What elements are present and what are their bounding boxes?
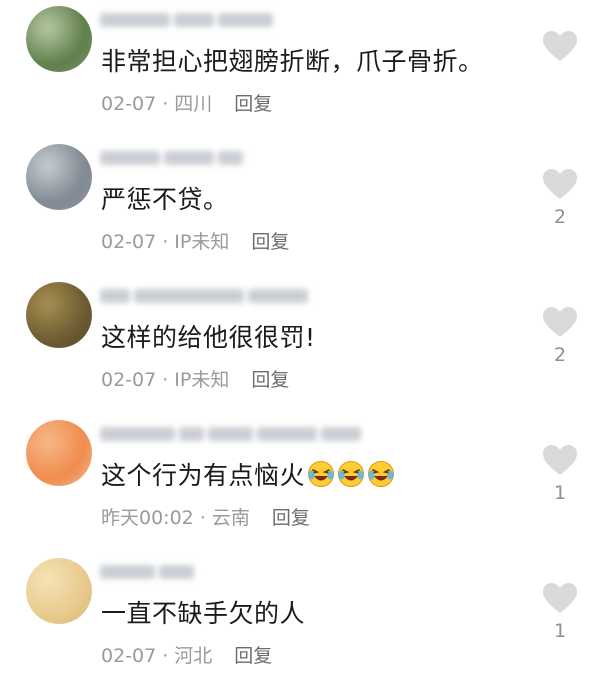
comment-meta: 02-07 · IP未知 回复 bbox=[101, 230, 289, 254]
like-button[interactable]: 1 bbox=[542, 444, 578, 504]
username-blurred[interactable] bbox=[100, 288, 312, 303]
heart-icon bbox=[543, 445, 577, 475]
username-blurred[interactable] bbox=[100, 426, 365, 441]
comment-location: IP未知 bbox=[174, 231, 230, 253]
comment-location: IP未知 bbox=[174, 369, 230, 391]
meta-separator: · bbox=[162, 93, 169, 115]
comment-location: 四川 bbox=[174, 93, 213, 115]
comment-item: 一直不缺手欠的人 02-07 · 河北 回复 1 bbox=[0, 552, 600, 690]
comment-text: 严惩不贷。 bbox=[101, 184, 229, 216]
comment-meta: 02-07 · IP未知 回复 bbox=[101, 368, 289, 392]
comment-meta: 昨天00:02 · 云南 回复 bbox=[101, 506, 310, 530]
like-count: 1 bbox=[553, 482, 567, 504]
comment-item: 非常担心把翅膀折断，爪子骨折。 02-07 · 四川 回复 bbox=[0, 0, 600, 138]
comment-text-content: 这个行为有点恼火 bbox=[101, 461, 306, 490]
like-count: 2 bbox=[553, 344, 567, 366]
comment-text: 一直不缺手欠的人 bbox=[101, 598, 305, 630]
reply-button[interactable]: 回复 bbox=[272, 507, 310, 529]
meta-separator: · bbox=[199, 507, 206, 529]
comment-list: 非常担心把翅膀折断，爪子骨折。 02-07 · 四川 回复 严惩不贷。 02-07 · IP未知… bbox=[0, 0, 600, 694]
heart-icon bbox=[543, 583, 577, 613]
avatar[interactable] bbox=[26, 6, 92, 72]
username-blurred[interactable] bbox=[100, 150, 247, 165]
comment-location: 河北 bbox=[174, 645, 213, 667]
avatar[interactable] bbox=[26, 558, 92, 624]
comment-text: 非常担心把翅膀折断，爪子骨折。 bbox=[101, 46, 484, 78]
reply-button[interactable]: 回复 bbox=[251, 231, 289, 253]
comment-date: 02-07 bbox=[101, 645, 157, 667]
comment-date: 02-07 bbox=[101, 93, 157, 115]
heart-icon bbox=[543, 31, 577, 61]
username-blurred[interactable] bbox=[100, 564, 198, 579]
comment-text: 这个行为有点恼火 bbox=[101, 460, 395, 492]
like-button[interactable]: 1 bbox=[542, 582, 578, 642]
reply-button[interactable]: 回复 bbox=[234, 93, 272, 115]
meta-separator: · bbox=[162, 231, 169, 253]
like-button[interactable] bbox=[542, 30, 578, 68]
comment-item: 这个行为有点恼火昨天00:02 · 云南 回复 1 bbox=[0, 414, 600, 552]
comment-text-content: 一直不缺手欠的人 bbox=[101, 599, 306, 628]
avatar[interactable] bbox=[26, 144, 92, 210]
username-blurred[interactable] bbox=[100, 12, 277, 27]
comment-date: 02-07 bbox=[101, 369, 157, 391]
heart-icon bbox=[543, 169, 577, 199]
like-button[interactable]: 2 bbox=[542, 168, 578, 228]
comment-date: 昨天00:02 bbox=[101, 507, 194, 529]
laughing-emoji-icon bbox=[338, 461, 365, 487]
avatar[interactable] bbox=[26, 282, 92, 348]
like-count: 1 bbox=[553, 620, 567, 642]
comment-meta: 02-07 · 河北 回复 bbox=[101, 644, 272, 668]
emoji-group bbox=[307, 460, 395, 488]
like-count: 2 bbox=[553, 206, 567, 228]
laughing-emoji-icon bbox=[368, 461, 395, 487]
heart-icon bbox=[543, 307, 577, 337]
comment-text-content: 这样的给他很很罚! bbox=[101, 323, 316, 352]
reply-button[interactable]: 回复 bbox=[234, 645, 272, 667]
comment-location: 云南 bbox=[211, 507, 250, 529]
laughing-emoji-icon bbox=[308, 461, 335, 487]
like-button[interactable]: 2 bbox=[542, 306, 578, 366]
comment-date: 02-07 bbox=[101, 231, 157, 253]
reply-button[interactable]: 回复 bbox=[251, 369, 289, 391]
comment-meta: 02-07 · 四川 回复 bbox=[101, 92, 272, 116]
comment-item: 这样的给他很很罚! 02-07 · IP未知 回复 2 bbox=[0, 276, 600, 414]
comment-text-content: 严惩不贷。 bbox=[101, 185, 229, 214]
avatar[interactable] bbox=[26, 420, 92, 486]
meta-separator: · bbox=[162, 369, 169, 391]
comment-text: 这样的给他很很罚! bbox=[101, 322, 316, 354]
meta-separator: · bbox=[162, 645, 169, 667]
comment-text-content: 非常担心把翅膀折断，爪子骨折。 bbox=[101, 47, 484, 76]
comment-item: 严惩不贷。 02-07 · IP未知 回复 2 bbox=[0, 138, 600, 276]
